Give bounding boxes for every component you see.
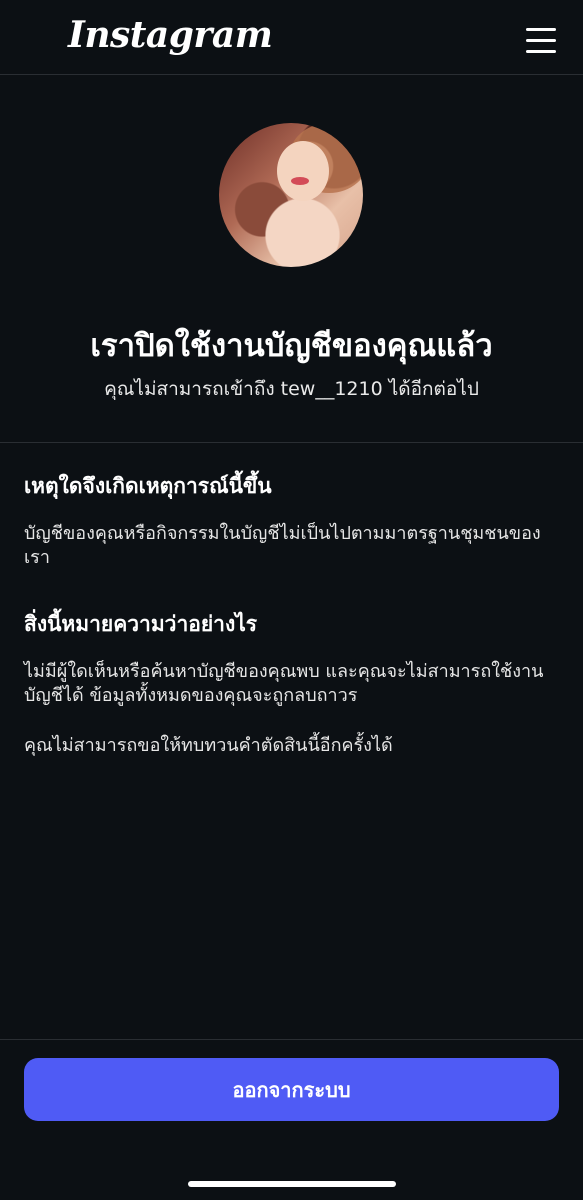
menu-line <box>526 39 556 42</box>
logout-button[interactable]: ออกจากระบบ <box>24 1058 559 1121</box>
section-text-appeal: คุณไม่สามารถขอให้ทบทวนคำตัดสินนี้อีกครั้… <box>24 735 393 756</box>
hamburger-menu-icon[interactable] <box>522 22 560 56</box>
section-text-meaning: ไม่มีผู้ใดเห็นหรือค้นหาบัญชีของคุณพบ และ… <box>24 661 544 706</box>
menu-line <box>526 50 556 53</box>
avatar <box>219 123 363 267</box>
page-subtitle: คุณไม่สามารถเข้าถึง tew__1210 ได้อีกต่อไ… <box>104 378 479 400</box>
instagram-logo[interactable]: Instagram <box>68 14 273 56</box>
divider <box>0 1039 583 1040</box>
avatar-face <box>277 141 329 201</box>
menu-line <box>526 28 556 31</box>
home-indicator[interactable] <box>188 1181 396 1187</box>
divider <box>0 442 583 443</box>
section-heading-meaning: สิ่งนี้หมายความว่าอย่างไร <box>24 612 258 636</box>
section-text-why: บัญชีของคุณหรือกิจกรรมในบัญชีไม่เป็นไปตา… <box>24 523 541 568</box>
section-heading-why: เหตุใดจึงเกิดเหตุการณ์นี้ขึ้น <box>24 474 272 498</box>
avatar-mouth <box>291 177 309 185</box>
page-title: เราปิดใช้งานบัญชีของคุณแล้ว <box>90 328 493 364</box>
top-bar: Instagram <box>0 0 583 75</box>
